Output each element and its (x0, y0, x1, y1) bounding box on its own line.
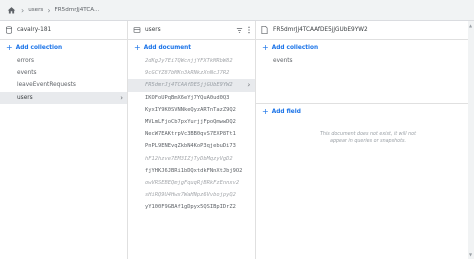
add-field-button[interactable]: + Add field (256, 104, 474, 119)
scroll-up-icon[interactable]: ▲ (469, 23, 472, 28)
plus-icon: + (262, 107, 269, 117)
home-icon[interactable] (5, 4, 17, 16)
collection-panel: users + Add document 2dKgJy7Ei7QWcnjjYFX… (128, 21, 256, 259)
document-missing-note: This document does not exist, it will no… (320, 132, 416, 144)
collection-panel-header: users (128, 21, 255, 40)
scroll-down-icon[interactable]: ▼ (469, 252, 472, 257)
document-item[interactable]: 2dKgJy7Ei7QWcnjjYFXTkMRbW82 (128, 55, 255, 67)
collection-item-events[interactable]: events (0, 67, 127, 79)
root-panel-header: cavalry-181 (0, 21, 127, 40)
document-title: FR5dmrJj4TCAAfDE5jjGUbE9YW2 (273, 27, 368, 33)
document-item[interactable]: sHiRQ9U4Hwx7WaHNpz6VvbojpyQ2 (128, 189, 255, 201)
collection-item-leave-event-requests[interactable]: leaveEventRequests (0, 79, 127, 91)
plus-icon: + (262, 43, 269, 52)
add-document-button[interactable]: + Add document (128, 40, 255, 55)
document-item[interactable]: fjYHKJ6JBRi1bDQxtdkFNnXtJbj9O2 (128, 165, 255, 177)
document-item[interactable]: FR5dmrJj4TCAAfDE5jjGUbE9YW2 › (128, 79, 255, 92)
document-icon (261, 26, 270, 35)
collection-item-errors[interactable]: errors (0, 55, 127, 67)
breadcrumb-users[interactable]: users (28, 7, 43, 13)
root-panel: cavalry-181 + Add collection errors even… (0, 21, 128, 259)
document-item[interactable]: PnPL9ENEvqZkbN4KoP3qjebuDi73 (128, 140, 255, 152)
add-subcollection-button[interactable]: + Add collection (256, 40, 474, 55)
collection-icon (133, 26, 142, 35)
chevron-right-icon: › (21, 5, 25, 15)
document-item[interactable]: owVRSEBEQmjgFquqRjBRkFzEnnxv2 (128, 177, 255, 189)
scrollbar[interactable]: ▲ ▼ (468, 21, 474, 259)
breadcrumb-document[interactable]: FR5dmrJj4TCA... (55, 7, 100, 13)
document-item[interactable]: yY100F9GBAf1gDpyx5QSIBpIDrZ2 (128, 201, 255, 213)
plus-icon: + (134, 43, 141, 52)
subcollection-item-events[interactable]: events (256, 55, 474, 67)
more-vert-icon[interactable] (247, 26, 251, 36)
document-item[interactable]: hF12hzve7EM3IZjTyDbMqzyVgD2 (128, 153, 255, 165)
project-title: cavalry-181 (17, 27, 52, 33)
document-item[interactable]: KyxIY9K0SVNNkeQyzARTnTazZ9Q2 (128, 104, 255, 116)
collection-title: users (145, 27, 161, 33)
collection-item-users[interactable]: users › (0, 91, 127, 104)
chevron-right-icon: › (120, 93, 123, 102)
document-list: 2dKgJy7Ei7QWcnjjYFXTkMRbW82 9cGCYZ87bMKn3… (128, 55, 255, 213)
document-item[interactable]: IKOFoUPqBmX6eYj7YQuA0ud0Q3 (128, 92, 255, 104)
plus-icon: + (6, 43, 13, 52)
add-collection-button[interactable]: + Add collection (0, 40, 127, 55)
database-icon (5, 26, 14, 35)
document-item[interactable]: NecW7EAKtrpVc3BB0qvS7EXP8Tt1 (128, 128, 255, 140)
chevron-right-icon: › (47, 5, 51, 15)
chevron-right-icon: › (246, 81, 251, 90)
document-item[interactable]: MVLmLFjoCb7pxYurjjFpoQmwwDQ2 (128, 116, 255, 128)
filter-icon[interactable] (236, 27, 243, 36)
document-panel-header: FR5dmrJj4TCAAfDE5jjGUbE9YW2 (256, 21, 474, 40)
breadcrumb: › users › FR5dmrJj4TCA... (0, 0, 474, 21)
document-item[interactable]: 9cGCYZ87bMKn3kRNkzXnNcJ7R2 (128, 67, 255, 79)
